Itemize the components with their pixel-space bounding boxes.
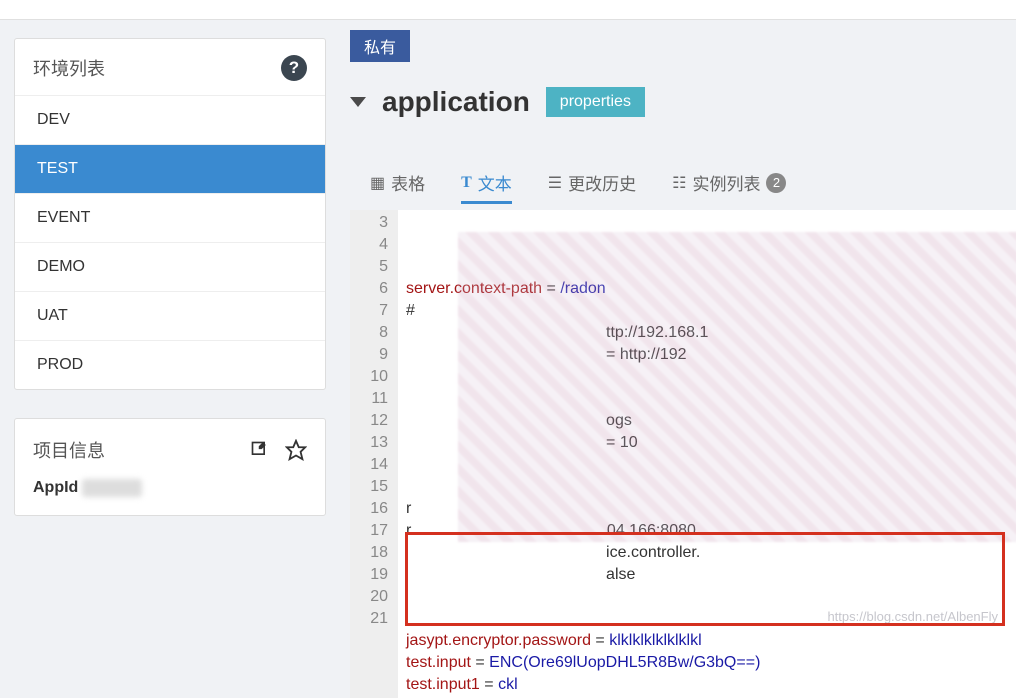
format-badge: properties — [546, 87, 645, 117]
appid-value-redacted — [82, 479, 142, 497]
line-number: 12 — [364, 410, 388, 432]
code-content[interactable]: server.context-path = /radon# ttp://192.… — [398, 210, 1016, 698]
env-item-demo[interactable]: DEMO — [15, 242, 325, 291]
env-item-dev[interactable]: DEV — [15, 95, 325, 144]
line-number: 7 — [364, 300, 388, 322]
line-number: 21 — [364, 608, 388, 630]
code-line: ice.controller. — [406, 542, 1008, 564]
appid-label: AppId — [33, 479, 78, 496]
env-item-test[interactable]: TEST — [15, 144, 325, 193]
code-line: test.input = ENC(Ore69lUopDHL5R8Bw/G3bQ=… — [406, 652, 1008, 674]
line-number: 8 — [364, 322, 388, 344]
tab-instances[interactable]: ☷ 实例列表 2 — [672, 170, 786, 204]
instances-count-badge: 2 — [766, 173, 786, 193]
private-tag: 私有 — [350, 30, 410, 62]
env-panel: 环境列表 ? DEVTESTEVENTDEMOUATPROD — [14, 38, 326, 390]
table-icon: ▦ — [370, 173, 385, 193]
tab-table[interactable]: ▦ 表格 — [370, 170, 425, 204]
line-number: 4 — [364, 234, 388, 256]
line-number: 20 — [364, 586, 388, 608]
project-panel: 项目信息 AppId — [14, 418, 326, 516]
line-number: 3 — [364, 212, 388, 234]
history-icon: ☰ — [548, 173, 562, 193]
watermark: https://blog.csdn.net/AlbenFly — [827, 609, 998, 624]
star-icon[interactable] — [285, 439, 307, 461]
line-number: 6 — [364, 278, 388, 300]
code-editor[interactable]: 3456789101112131415161718192021 server.c… — [350, 210, 1016, 698]
line-number: 14 — [364, 454, 388, 476]
redacted-overlay — [458, 232, 1016, 542]
tab-history[interactable]: ☰ 更改历史 — [548, 170, 636, 204]
sidebar: 环境列表 ? DEVTESTEVENTDEMOUATPROD 项目信息 AppI… — [0, 20, 340, 630]
line-number: 15 — [364, 476, 388, 498]
instances-icon: ☷ — [672, 173, 686, 193]
env-list-title: 环境列表 — [33, 55, 105, 81]
env-item-prod[interactable]: PROD — [15, 340, 325, 389]
line-number: 13 — [364, 432, 388, 454]
line-number: 10 — [364, 366, 388, 388]
main-area: 私有 application properties ▦ 表格 T 文本 ☰ 更改… — [340, 20, 1016, 630]
line-gutter: 3456789101112131415161718192021 — [350, 210, 398, 698]
code-line — [406, 586, 1008, 608]
line-number: 5 — [364, 256, 388, 278]
line-number: 19 — [364, 564, 388, 586]
help-icon[interactable]: ? — [281, 55, 307, 81]
edit-icon[interactable] — [249, 439, 271, 461]
namespace-title: application — [382, 86, 530, 118]
code-line: alse — [406, 564, 1008, 586]
env-item-uat[interactable]: UAT — [15, 291, 325, 340]
line-number: 18 — [364, 542, 388, 564]
tabs: ▦ 表格 T 文本 ☰ 更改历史 ☷ 实例列表 2 — [350, 170, 1016, 204]
namespace-header: application properties — [350, 86, 1016, 118]
code-line: test.input1 = ckl — [406, 674, 1008, 696]
project-info-title: 项目信息 — [33, 437, 105, 463]
code-line: jasypt.encryptor.password = klklklklklkl… — [406, 630, 1008, 652]
tab-text[interactable]: T 文本 — [461, 170, 512, 204]
line-number: 17 — [364, 520, 388, 542]
line-number: 16 — [364, 498, 388, 520]
env-item-event[interactable]: EVENT — [15, 193, 325, 242]
line-number: 11 — [364, 388, 388, 410]
caret-down-icon[interactable] — [350, 97, 366, 107]
line-number: 9 — [364, 344, 388, 366]
text-icon: T — [461, 174, 472, 192]
